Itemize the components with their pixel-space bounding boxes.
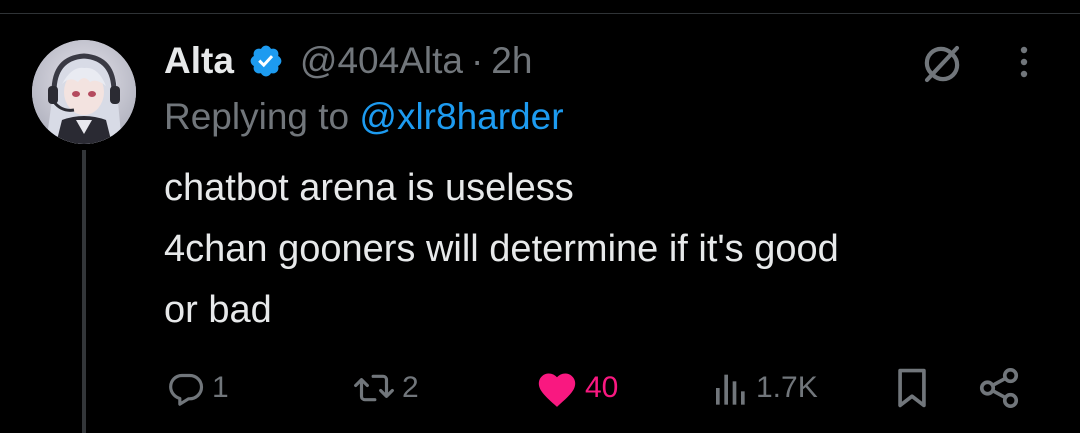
reply-button[interactable]: 1 [166,360,229,416]
replying-prefix: Replying to [164,96,360,137]
more-dots-icon[interactable] [1016,44,1032,84]
action-bar: 1 2 40 1.7K [0,360,1080,416]
views-count: 1.7K [756,371,818,404]
tweet-text-line: chatbot arena is useless [164,167,574,209]
bookmark-button[interactable] [892,360,932,416]
views-bar-chart-icon [712,368,750,408]
views-button[interactable]: 1.7K [712,360,818,416]
like-button[interactable]: 40 [535,360,618,416]
replying-to: Replying to @xlr8harder [164,96,564,142]
tweet-timestamp[interactable]: 2h [491,40,532,82]
tweet-card[interactable]: Alta @404Alta · 2h Replying to @xlr8hard… [0,0,1080,433]
heart-icon [535,368,579,408]
retweet-count: 2 [402,371,419,404]
bookmark-icon [892,366,932,410]
reply-count: 1 [212,371,229,404]
share-icon [976,365,1022,411]
avatar[interactable] [32,40,136,144]
avatar-image [32,40,136,144]
author-handle[interactable]: @404Alta [300,40,463,82]
tweet-header: Alta @404Alta · 2h [164,38,532,84]
grok-icon[interactable] [918,40,966,88]
header-separator: · [470,40,484,81]
top-divider [0,13,1080,14]
retweet-button[interactable]: 2 [352,360,419,416]
like-count: 40 [585,371,619,404]
tweet-text-line: 4chan gooners will determine if it's goo… [164,228,839,270]
tweet-text: chatbot arena is useless 4chan gooners w… [164,158,1044,341]
reply-bubble-icon [166,368,206,408]
retweet-icon [352,368,396,408]
author-name[interactable]: Alta [164,40,234,82]
tweet-text-line: or bad [164,289,272,331]
verified-badge-icon [248,43,284,79]
share-button[interactable] [976,360,1022,416]
replying-to-mention[interactable]: @xlr8harder [359,96,563,137]
